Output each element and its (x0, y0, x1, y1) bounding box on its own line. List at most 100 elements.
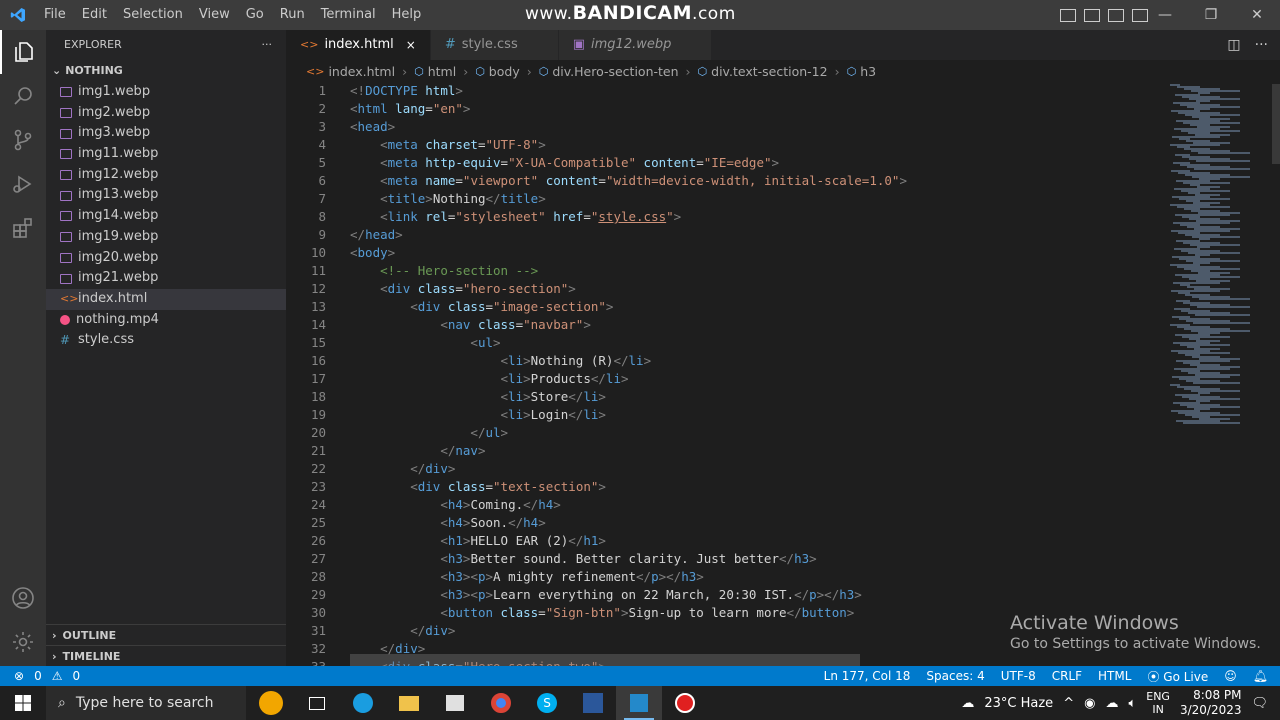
line-number: 5 (318, 155, 326, 170)
file-item[interactable]: img19.webp (46, 227, 286, 248)
code-line: 3 <head> (286, 118, 1160, 136)
file-item[interactable]: img21.webp (46, 268, 286, 289)
menu-terminal[interactable]: Terminal (313, 0, 384, 30)
source-control-icon[interactable] (0, 118, 46, 162)
weather-icon[interactable]: ☁ (961, 696, 974, 711)
menu-view[interactable]: View (191, 0, 238, 30)
indentation[interactable]: Spaces: 4 (926, 669, 984, 683)
tab-style-css[interactable]: # style.css (430, 30, 559, 60)
taskbar-widget-icon[interactable] (248, 686, 294, 720)
clock[interactable]: 8:08 PM 3/20/2023 (1180, 688, 1242, 718)
taskbar-search[interactable]: ⌕ Type here to search (46, 686, 246, 720)
image-file-icon (60, 87, 72, 98)
language-mode[interactable]: HTML (1098, 669, 1131, 683)
file-item[interactable]: img11.webp (46, 144, 286, 165)
network-icon[interactable]: ☁ (1105, 696, 1118, 711)
explorer-sidebar: EXPLORER ··· ⌄ NOTHING img1.webp img2.web… (46, 30, 286, 666)
task-view-icon[interactable] (294, 686, 340, 720)
css-file-icon: # (60, 333, 71, 348)
minimize-icon[interactable]: — (1142, 0, 1188, 30)
input-language[interactable]: ENG IN (1146, 690, 1170, 716)
menu-edit[interactable]: Edit (74, 0, 115, 30)
close-tab-icon[interactable]: × (406, 30, 416, 60)
extensions-icon[interactable] (0, 206, 46, 250)
file-name: img2.webp (78, 104, 151, 120)
breadcrumb-item[interactable]: index.html (328, 64, 395, 79)
run-debug-icon[interactable] (0, 162, 46, 206)
file-item[interactable]: img1.webp (46, 82, 286, 103)
close-icon[interactable]: ✕ (1234, 0, 1280, 30)
breadcrumb-item[interactable]: h3 (860, 64, 876, 79)
code-editor[interactable]: 33 <div class="Hero-section-two">32 </di… (286, 82, 1160, 666)
notifications-bell-icon[interactable]: 🔔︎ (1253, 669, 1268, 683)
code-text: <h3><p>Learn everything on 22 March, 20:… (440, 587, 862, 602)
volume-icon[interactable]: 🔈︎ (1128, 696, 1136, 711)
breadcrumb-item[interactable]: html (428, 64, 456, 79)
file-item[interactable]: nothing.mp4 (46, 310, 286, 331)
store-icon[interactable] (432, 686, 478, 720)
file-item[interactable]: # style.css (46, 330, 286, 351)
file-item[interactable]: img13.webp (46, 185, 286, 206)
weather-text[interactable]: 23°C Haze (984, 696, 1053, 711)
go-live-button[interactable]: ⦿ Go Live (1147, 668, 1208, 685)
account-icon[interactable] (0, 576, 46, 620)
file-item[interactable]: img20.webp (46, 248, 286, 269)
encoding[interactable]: UTF-8 (1001, 669, 1036, 683)
windows-start-icon[interactable] (0, 686, 46, 720)
tab-img12-webp[interactable]: ▣ img12.webp (558, 30, 713, 60)
restore-icon[interactable]: ❐ (1188, 0, 1234, 30)
tab-index-html[interactable]: <> index.html × (286, 30, 431, 60)
vscode-taskbar-icon[interactable] (616, 686, 662, 720)
menu-go[interactable]: Go (238, 0, 272, 30)
image-file-icon (60, 170, 72, 181)
cursor-position[interactable]: Ln 177, Col 18 (824, 669, 911, 683)
skype-icon[interactable]: S (524, 686, 570, 720)
edge-browser-icon[interactable] (340, 686, 386, 720)
notification-center-icon[interactable]: 🗨︎ (1251, 696, 1268, 711)
explorer-more-icon[interactable]: ··· (262, 30, 273, 60)
code-line: 1 <!DOCTYPE html> (286, 82, 1160, 100)
file-item[interactable]: img2.webp (46, 103, 286, 124)
file-item[interactable]: <> index.html (46, 288, 286, 310)
timeline-section[interactable]: › TIMELINE (46, 645, 286, 666)
feedback-icon[interactable]: ☺ (1224, 669, 1237, 683)
word-icon[interactable] (570, 686, 616, 720)
toggle-secondary-sidebar-icon[interactable] (1108, 8, 1124, 22)
horizontal-scrollbar[interactable] (350, 654, 860, 666)
file-item[interactable]: img12.webp (46, 165, 286, 186)
toggle-sidebar-icon[interactable] (1060, 8, 1076, 22)
breadcrumb-item[interactable]: div.text-section-12 (711, 64, 827, 79)
line-number: 33 (286, 658, 326, 666)
folder-nothing[interactable]: ⌄ NOTHING (46, 60, 286, 82)
taskbar-apps: S (248, 686, 708, 720)
vertical-scrollbar[interactable] (1272, 84, 1280, 164)
menu-help[interactable]: Help (384, 0, 430, 30)
minimap[interactable] (1160, 82, 1280, 666)
menu-run[interactable]: Run (272, 0, 313, 30)
code-line: 16 <li>Nothing (R)</li> (286, 352, 1160, 370)
recording-icon[interactable]: ◉ (1084, 696, 1095, 711)
minimap-line (1193, 322, 1250, 324)
bandicam-icon[interactable] (662, 686, 708, 720)
file-item[interactable]: img14.webp (46, 206, 286, 227)
code-line: 28 <h3><p>A mighty refinement</p></h3> (286, 568, 1160, 586)
breadcrumb-item[interactable]: div.Hero-section-ten (552, 64, 678, 79)
file-name: index.html (78, 290, 148, 306)
menu-selection[interactable]: Selection (115, 0, 191, 30)
settings-gear-icon[interactable] (0, 620, 46, 664)
breadcrumb-item[interactable]: body (489, 64, 520, 79)
explorer-files-icon[interactable] (0, 30, 46, 74)
outline-section[interactable]: › OUTLINE (46, 624, 286, 645)
file-explorer-icon[interactable] (386, 686, 432, 720)
chrome-icon[interactable] (478, 686, 524, 720)
more-actions-icon[interactable]: ··· (1255, 37, 1268, 53)
status-problems[interactable]: ⊗ 0 ⚠ 0 (14, 669, 80, 683)
line-ending[interactable]: CRLF (1052, 669, 1082, 683)
line-number: 13 (310, 299, 326, 314)
menu-file[interactable]: File (36, 0, 74, 30)
toggle-panel-icon[interactable] (1084, 8, 1100, 22)
search-icon[interactable] (0, 74, 46, 118)
file-item[interactable]: img3.webp (46, 123, 286, 144)
split-editor-icon[interactable]: ◫ (1227, 37, 1240, 53)
chevron-up-icon[interactable]: ^ (1063, 696, 1074, 711)
